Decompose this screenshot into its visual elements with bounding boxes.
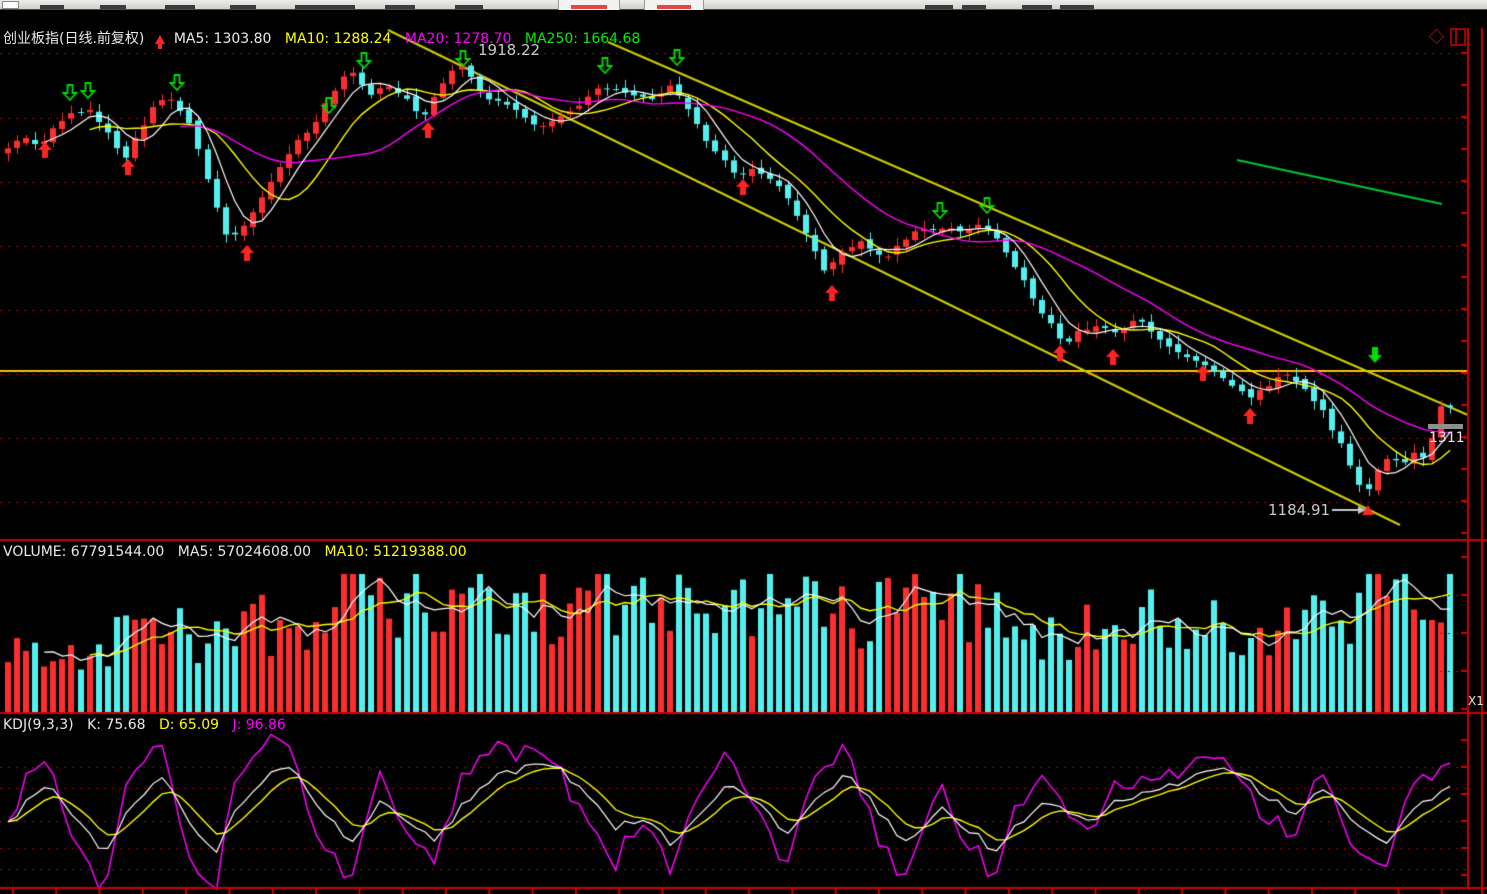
menu-highlight-fragment [571,5,607,9]
menu-text-fragment [455,5,483,9]
menu-text-fragment [165,5,195,9]
volume-value: VOLUME: 67791544.00 [3,544,165,560]
kdj-params: KDJ(9,3,3) [3,717,74,733]
symbol-title: 创业板指(日线.前复权) [3,31,145,47]
trough-price-annotation: 1184.91 [1268,501,1331,519]
menu-highlight-button[interactable] [644,0,704,10]
ma5-value: MA5: 1303.80 [173,31,272,47]
volume-ma10-value: MA10: 51219388.00 [324,544,467,560]
menu-text-fragment [385,5,415,9]
volume-pane-header: VOLUME: 67791544.00 MA5: 57024608.00 MA1… [3,544,476,560]
menu-text-fragment [962,5,986,9]
peak-price-annotation: 1918.22 [478,41,541,59]
panel-toggle-icon[interactable] [1450,28,1466,46]
menu-text-fragment [100,5,126,9]
ma250-value: MA250: 1664.68 [524,31,641,47]
kdj-pane-header: KDJ(9,3,3) K: 75.68 D: 65.09 J: 96.86 [3,717,295,733]
menu-text-fragment [1060,5,1094,9]
menu-text-fragment [1022,5,1052,9]
last-price-marker [1428,424,1463,429]
menu-text-fragment [40,5,64,9]
menu-text-fragment [295,5,355,9]
menu-text-fragment [925,5,953,9]
menu-highlight-fragment [657,5,691,9]
menu-bar[interactable] [0,0,1487,10]
menu-text-fragment [230,5,256,9]
main-chart-header: 创业板指(日线.前复权) MA5: 1303.80 MA10: 1288.24 … [3,28,649,49]
last-price-label: 1311 [1429,430,1465,446]
volume-ma5-value: MA5: 57024608.00 [177,544,312,560]
menu-highlight-button[interactable] [558,0,620,10]
trading-app-window: 创业板指(日线.前复权) MA5: 1303.80 MA10: 1288.24 … [0,0,1487,894]
kdj-d-value: D: 65.09 [158,717,220,733]
ma10-value: MA10: 1288.24 [284,31,392,47]
volume-scale-label: X1 [1468,694,1484,708]
trend-up-icon [155,35,166,49]
kdj-k-value: K: 75.68 [87,717,146,733]
chart-canvas[interactable] [0,0,1487,894]
kdj-j-value: J: 96.86 [232,717,286,733]
window-icon [2,1,19,9]
